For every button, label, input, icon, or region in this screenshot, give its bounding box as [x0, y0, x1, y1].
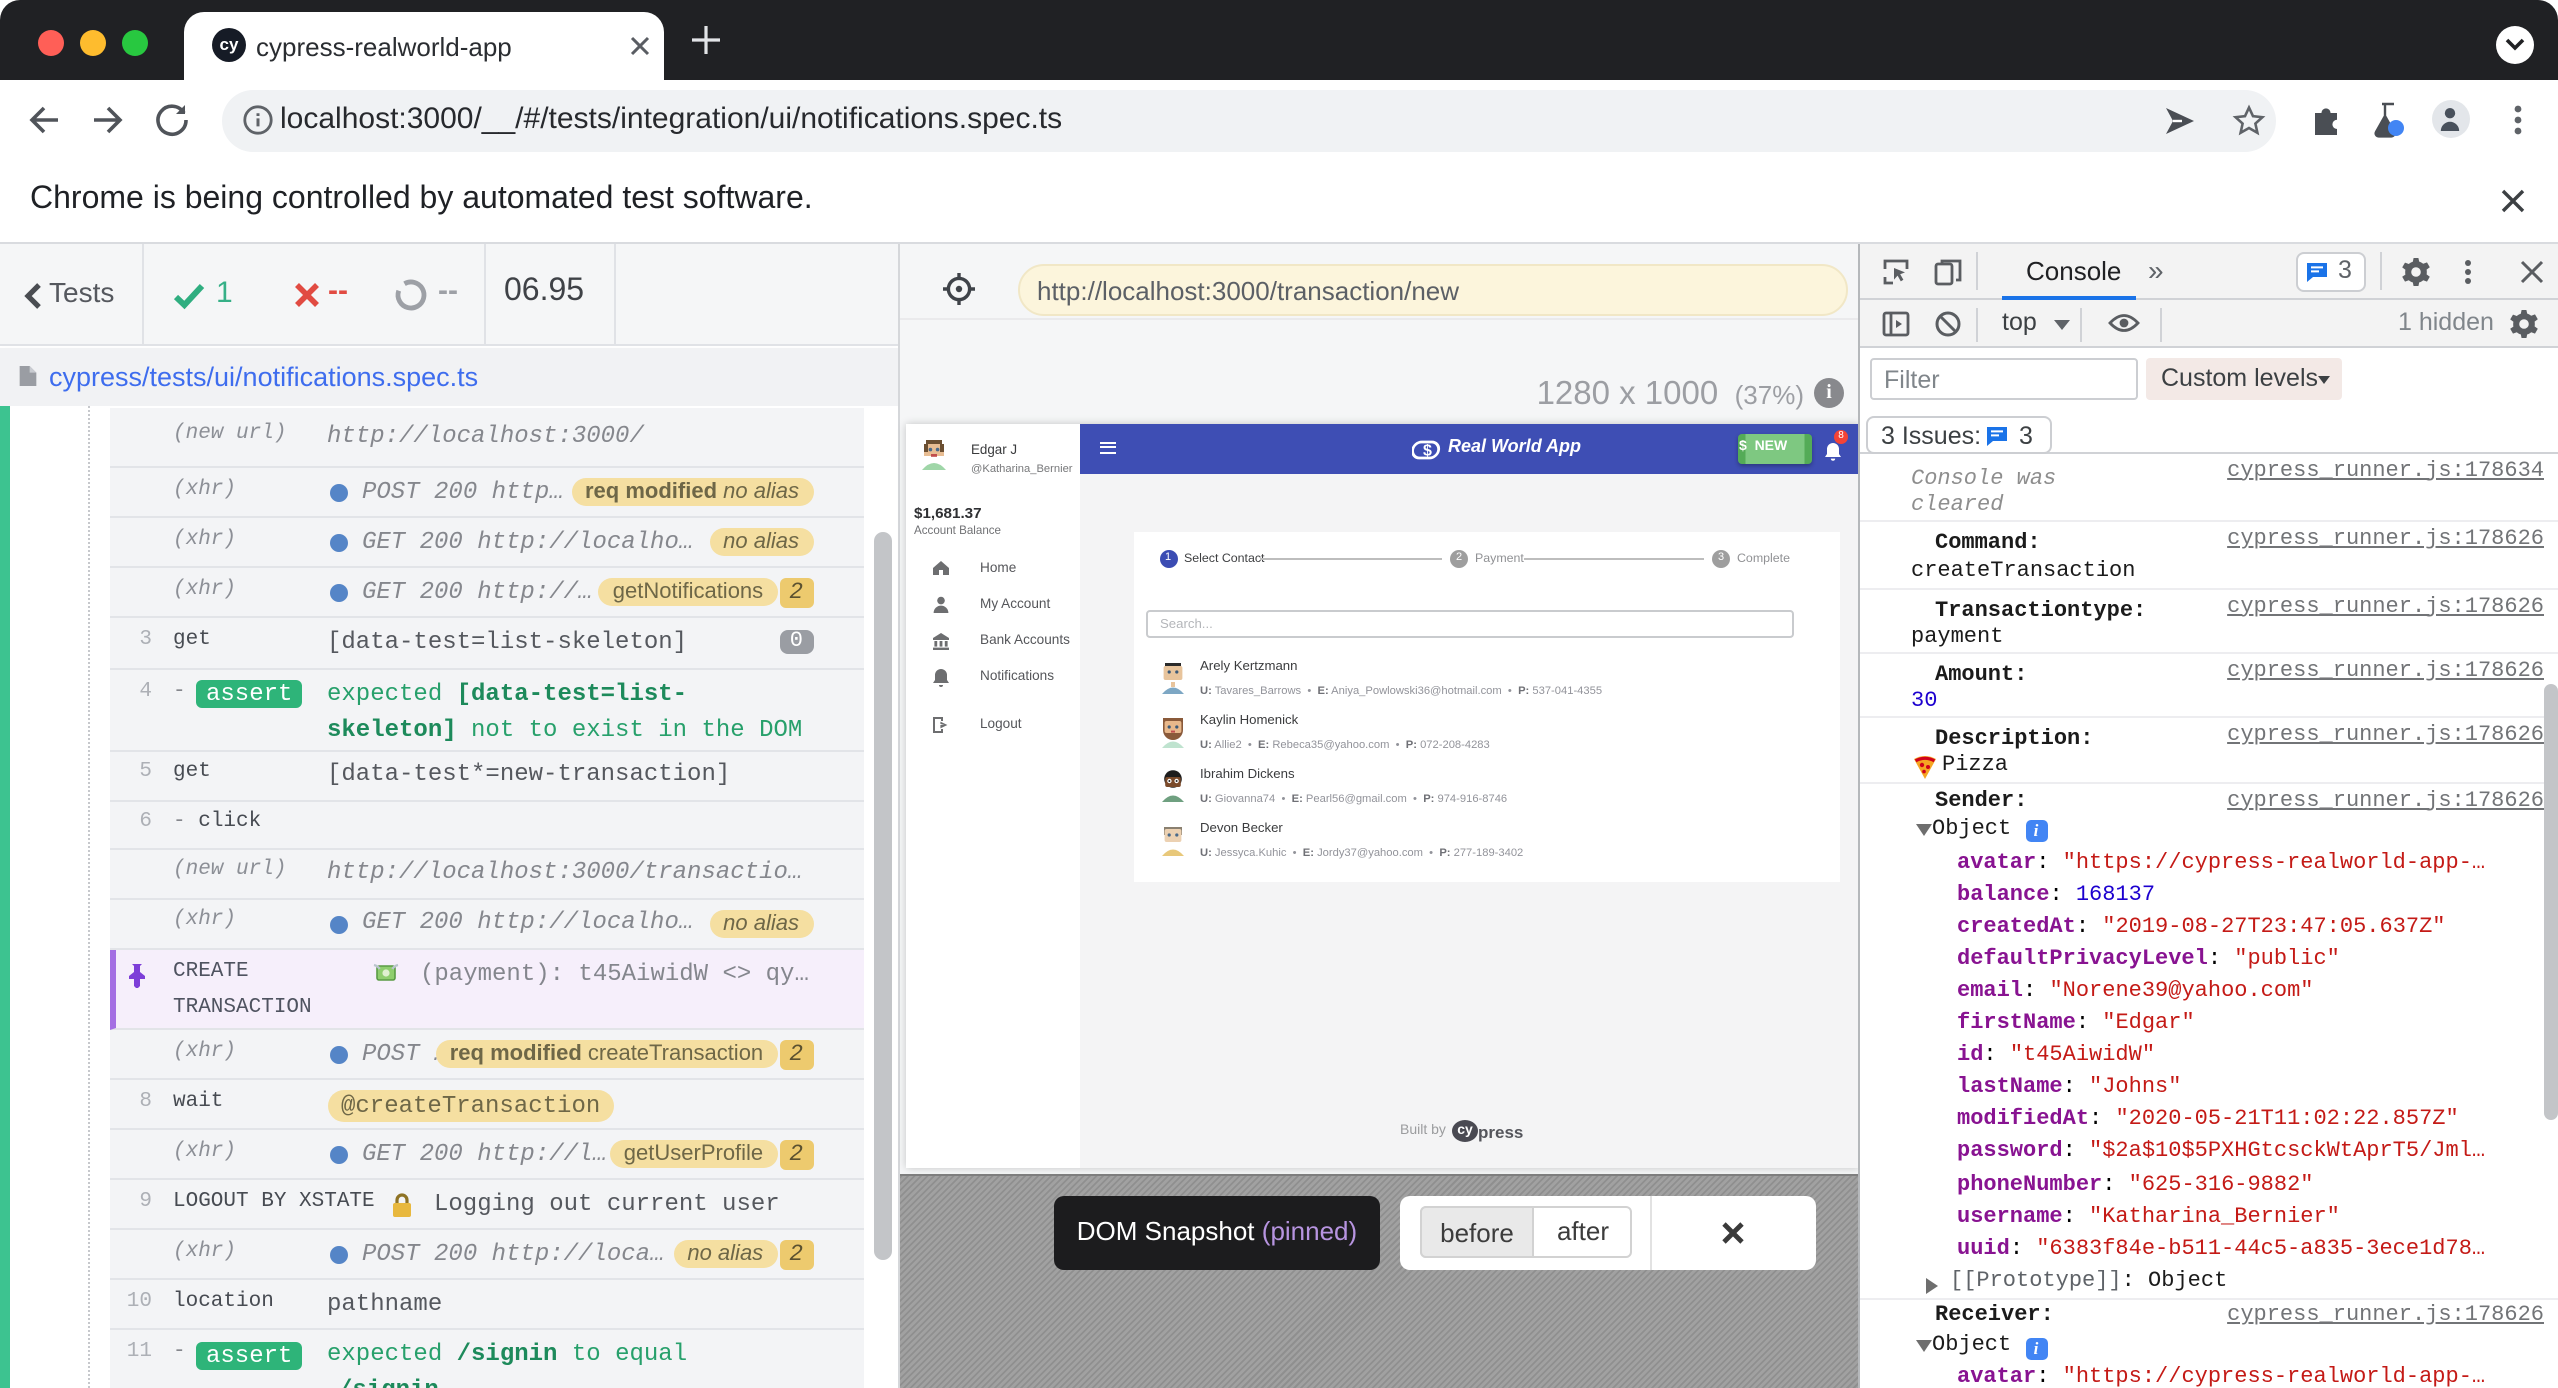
svg-text:$: $ — [1422, 442, 1431, 459]
